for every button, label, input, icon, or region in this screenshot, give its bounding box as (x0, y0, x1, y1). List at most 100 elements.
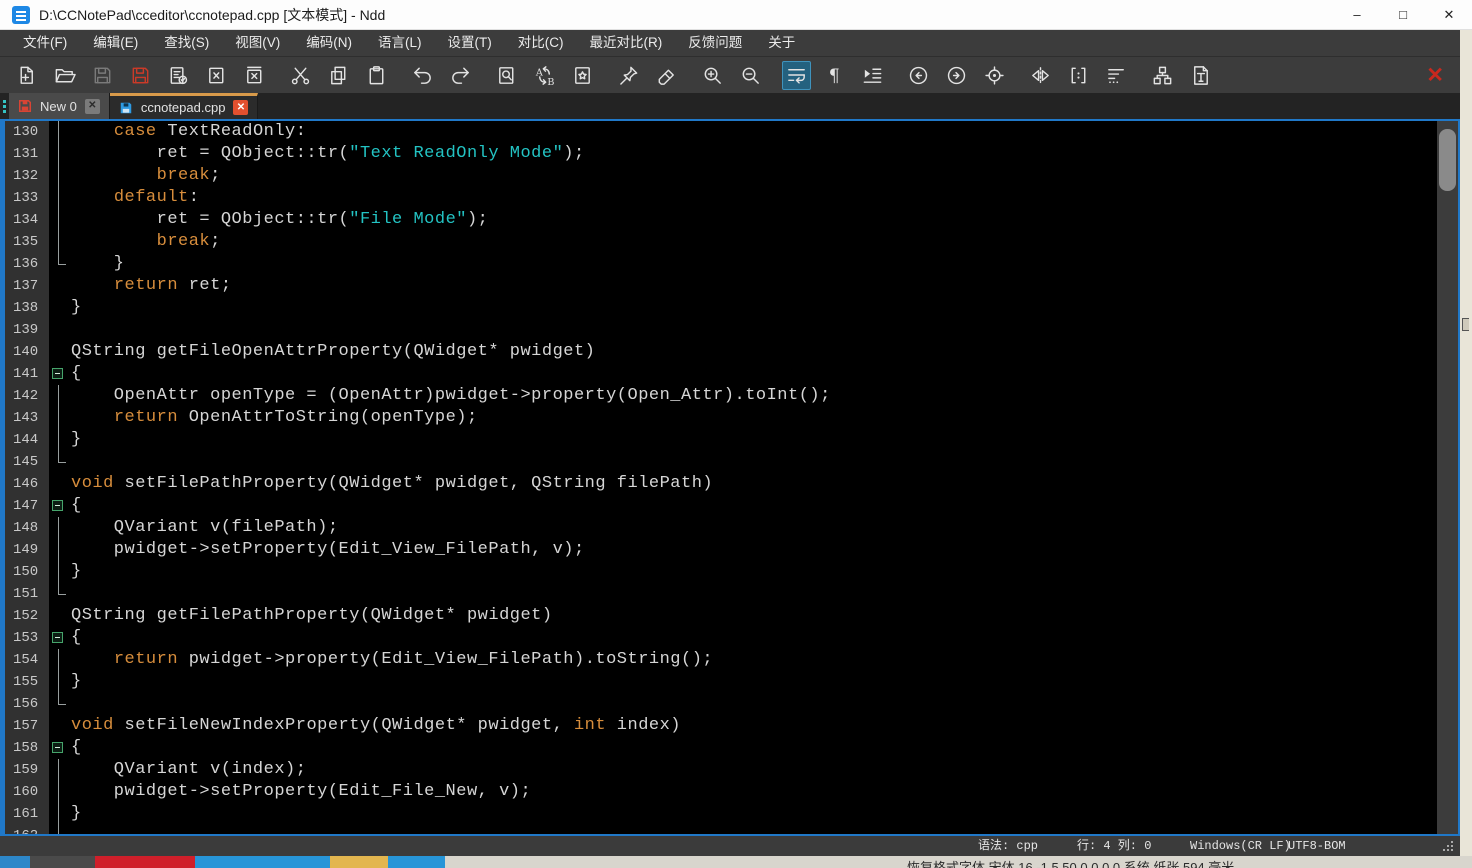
code-line[interactable]: 136 } (5, 253, 1458, 275)
code-line[interactable]: 154 return pwidget->property(Edit_View_F… (5, 649, 1458, 671)
menu-item-language[interactable]: 语言(L) (365, 30, 435, 56)
resize-grip[interactable] (1443, 841, 1454, 852)
code-line[interactable]: 156 (5, 693, 1458, 715)
code-line[interactable]: 132 break; (5, 165, 1458, 187)
toolbar-file-tree-button[interactable] (1148, 61, 1177, 90)
code-line[interactable]: 160 pwidget->setProperty(Edit_File_New, … (5, 781, 1458, 803)
tab-ccnotepad-cpp[interactable]: ccnotepad.cpp ✕ (110, 93, 259, 119)
code-line[interactable]: 157void setFileNewIndexProperty(QWidget*… (5, 715, 1458, 737)
scrollbar-thumb[interactable] (1439, 129, 1456, 191)
toolbar-text-convert-button[interactable] (1186, 61, 1215, 90)
code-line[interactable]: 150} (5, 561, 1458, 583)
code-line[interactable]: 148 QVariant v(filePath); (5, 517, 1458, 539)
code-line[interactable]: 151 (5, 583, 1458, 605)
fold-collapse-icon[interactable] (52, 368, 63, 379)
toolbar-find-in-file-button[interactable] (492, 61, 521, 90)
toolbar-trim-lines-button[interactable] (1102, 61, 1131, 90)
code-line[interactable]: 139 (5, 319, 1458, 341)
toolbar-close-all-button[interactable] (240, 61, 269, 90)
toolbar-zoom-in-button[interactable] (698, 61, 727, 90)
toolbar-word-wrap-button[interactable] (782, 61, 811, 90)
code-line[interactable]: 142 OpenAttr openType = (OpenAttr)pwidge… (5, 385, 1458, 407)
fold-collapse-icon[interactable] (52, 500, 63, 511)
toolbar-save-as-button[interactable] (164, 61, 193, 90)
toolbar-close-button[interactable]: ✕ (1426, 65, 1444, 86)
code-line[interactable]: 145 (5, 451, 1458, 473)
menu-item-view[interactable]: 视图(V) (222, 30, 293, 56)
code-line[interactable]: 144} (5, 429, 1458, 451)
toolbar-pin-button[interactable] (614, 61, 643, 90)
code-line[interactable]: 140QString getFileOpenAttrProperty(QWidg… (5, 341, 1458, 363)
toolbar-bracket-match-button[interactable] (1064, 61, 1093, 90)
code-line[interactable]: 135 break; (5, 231, 1458, 253)
code-line[interactable]: 152QString getFilePathProperty(QWidget* … (5, 605, 1458, 627)
fold-collapse-icon[interactable] (52, 742, 63, 753)
toolbar-bookmark-button[interactable] (568, 61, 597, 90)
tab-close-icon[interactable]: ✕ (233, 100, 248, 115)
code-line[interactable]: 143 return OpenAttrToString(openType); (5, 407, 1458, 429)
toolbar-nav-back-button[interactable] (904, 61, 933, 90)
fold-collapse-icon[interactable] (52, 632, 63, 643)
menu-item-feedback[interactable]: 反馈问题 (675, 30, 755, 56)
close-button[interactable]: ✕ (1426, 0, 1472, 30)
code-line[interactable]: 141{ (5, 363, 1458, 385)
line-number: 143 (5, 407, 49, 429)
code-line[interactable]: 137 return ret; (5, 275, 1458, 297)
menu-item-encoding[interactable]: 编码(N) (293, 30, 365, 56)
fold-toggle[interactable] (49, 495, 69, 517)
code-line[interactable]: 155} (5, 671, 1458, 693)
toolbar-cut-button[interactable] (286, 61, 315, 90)
toolbar-nav-forward-button[interactable] (942, 61, 971, 90)
code-line[interactable]: 149 pwidget->setProperty(Edit_View_FileP… (5, 539, 1458, 561)
code-line[interactable]: 131 ret = QObject::tr("Text ReadOnly Mod… (5, 143, 1458, 165)
fold-toggle[interactable] (49, 627, 69, 649)
code-line[interactable]: 153{ (5, 627, 1458, 649)
menu-item-recent-compare[interactable]: 最近对比(R) (577, 30, 676, 56)
code-editor[interactable]: 130 case TextReadOnly:131 ret = QObject:… (0, 119, 1460, 836)
toolbar-eraser-button[interactable] (652, 61, 681, 90)
menu-item-search[interactable]: 查找(S) (151, 30, 222, 56)
code-line[interactable]: 159 QVariant v(index); (5, 759, 1458, 781)
code-line[interactable]: 147{ (5, 495, 1458, 517)
background-window-bottom: 恢复格式字体 宋体 16 -1 5 50 0 0 0 0 系统 纸张 594 毫… (0, 856, 1472, 868)
toolbar-close-file-button[interactable] (202, 61, 231, 90)
code-line[interactable]: 134 ret = QObject::tr("File Mode"); (5, 209, 1458, 231)
menu-item-settings[interactable]: 设置(T) (435, 30, 505, 56)
menu-item-edit[interactable]: 编辑(E) (80, 30, 151, 56)
toolbar-save-button[interactable] (88, 61, 117, 90)
toolbar-undo-button[interactable] (408, 61, 437, 90)
toolbar-replace-button[interactable]: AB (530, 61, 559, 90)
menu-item-about[interactable]: 关于 (755, 30, 808, 56)
toolbar-open-file-button[interactable] (50, 61, 79, 90)
fold-margin (49, 605, 69, 627)
code-line[interactable]: 162 (5, 825, 1458, 836)
toolbar-locate-file-button[interactable] (980, 61, 1009, 90)
tab-new-0[interactable]: New 0 ✕ (9, 93, 110, 119)
toolbar-zoom-out-button[interactable] (736, 61, 765, 90)
code-line[interactable]: 146void setFilePathProperty(QWidget* pwi… (5, 473, 1458, 495)
menu-item-compare[interactable]: 对比(C) (505, 30, 577, 56)
menu-item-file[interactable]: 文件(F) (10, 30, 80, 56)
code-line[interactable]: 158{ (5, 737, 1458, 759)
pin-icon (617, 64, 640, 87)
toolbar-redo-button[interactable] (446, 61, 475, 90)
toolbar-paste-button[interactable] (362, 61, 391, 90)
maximize-button[interactable]: □ (1380, 0, 1426, 30)
toolbar-copy-button[interactable] (324, 61, 353, 90)
code-line[interactable]: 130 case TextReadOnly: (5, 121, 1458, 143)
vertical-scrollbar[interactable] (1437, 121, 1458, 834)
minimize-button[interactable]: – (1334, 0, 1380, 30)
toolbar-show-symbol-button[interactable]: ¶ (820, 61, 849, 90)
toolbar-file-compare-button[interactable] (1026, 61, 1055, 90)
toolbar-new-file-button[interactable] (12, 61, 41, 90)
fold-toggle[interactable] (49, 737, 69, 759)
fold-toggle[interactable] (49, 363, 69, 385)
toolbar-indent-setting-button[interactable] (858, 61, 887, 90)
code-line[interactable]: 161} (5, 803, 1458, 825)
tab-close-icon[interactable]: ✕ (85, 99, 100, 114)
code-line[interactable]: 133 default: (5, 187, 1458, 209)
background-fragment (30, 856, 95, 868)
code-line[interactable]: 138} (5, 297, 1458, 319)
tab-scroll-indicator[interactable] (0, 93, 9, 119)
toolbar-save-all-button[interactable] (126, 61, 155, 90)
